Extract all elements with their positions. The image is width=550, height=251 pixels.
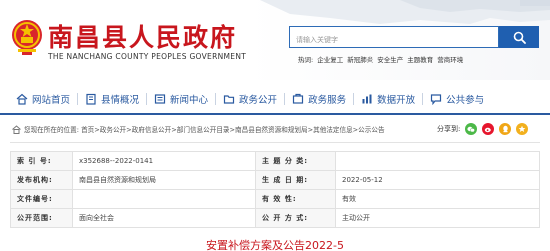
table-row: 发布机构: 南昌县自然资源和规划局 生 成 日 期: 2022-05-12 [10, 170, 540, 190]
folder-icon [223, 95, 235, 104]
hot-word-link[interactable]: 新冠肺炎 [347, 54, 373, 64]
breadcrumb-divider [10, 142, 540, 143]
building-icon [86, 93, 96, 105]
nav-item-home[interactable]: 网站首页 [16, 86, 70, 112]
nav-item-news[interactable]: 新闻中心 [154, 86, 208, 112]
hot-word-link[interactable]: 企业复工 [317, 54, 343, 64]
nav-item-label: 政务公开 [239, 95, 278, 106]
site-header: 南昌县人民政府 THE NANCHANG COUNTY PEOPLES GOVE… [0, 0, 550, 80]
national-emblem-icon [12, 20, 42, 55]
main-nav: 网站首页 县情概况 新闻中心 政务公开 政务服务 数据开放 公共参与 [0, 86, 550, 112]
table-row: 公开范围: 面向全社会 公 开 方 式: 主动公开 [10, 208, 540, 228]
meta-value-validity: 有效 [335, 189, 540, 209]
home-icon [16, 93, 28, 105]
document-title: 安置补偿方案及公告2022-5 [206, 239, 344, 251]
search-box [289, 26, 499, 50]
meta-value-index: x352688--2022-0141 [72, 151, 256, 171]
data-icon [362, 94, 372, 104]
nav-divider [146, 93, 148, 105]
nav-divider [284, 93, 286, 105]
nav-divider [353, 93, 355, 105]
hot-words: 热词: 企业复工 新冠肺炎 安全生产 主题教育 营商环境 [298, 54, 463, 64]
nav-item-label: 数据开放 [377, 95, 416, 106]
chat-icon [430, 94, 442, 105]
nav-item-overview[interactable]: 县情概况 [85, 86, 139, 112]
meta-value-category [335, 151, 540, 171]
nav-divider [77, 93, 79, 105]
location-home-icon [12, 125, 21, 134]
hot-words-label: 热词: [298, 56, 314, 64]
hot-word-link[interactable]: 营商环境 [437, 54, 463, 64]
weibo-icon[interactable] [482, 123, 495, 135]
meta-key-index: 索 引 号: [10, 151, 73, 171]
nav-item-label: 新闻中心 [170, 95, 209, 106]
nav-item-label: 县情概况 [101, 95, 140, 106]
table-row: 文件编号: 有 效 性: 有效 [10, 189, 540, 209]
nav-item-label: 网站首页 [32, 95, 71, 106]
meta-key-category: 主 题 分 类: [255, 151, 336, 171]
hot-word-link[interactable]: 主题教育 [407, 54, 433, 64]
qzone-icon[interactable] [516, 123, 529, 135]
meta-key-scope: 公开范围: [10, 208, 73, 228]
meta-key-disclosure: 公 开 方 式: [255, 208, 336, 228]
service-icon [292, 93, 304, 104]
site-subtitle: THE NANCHANG COUNTY PEOPLES GOVERNMENT [48, 52, 247, 61]
document-meta-table: 索 引 号: x352688--2022-0141 主 题 分 类: 发布机构:… [10, 151, 540, 228]
meta-value-date: 2022-05-12 [335, 170, 540, 190]
meta-value-publisher: 南昌县自然资源和规划局 [72, 170, 256, 190]
qq-icon[interactable] [499, 123, 512, 135]
meta-key-date: 生 成 日 期: [255, 170, 336, 190]
wechat-icon[interactable] [465, 123, 478, 135]
nav-item-open-data[interactable]: 数据开放 [361, 86, 415, 112]
nav-item-participation[interactable]: 公共参与 [430, 86, 484, 112]
meta-value-scope: 面向全社会 [72, 208, 256, 228]
breadcrumb-bar: 您现在所在的位置: 首页>政务公开>政府信息公开>部门信息公开目录>南昌县自然资… [0, 120, 550, 140]
search-icon [513, 31, 526, 44]
site-title[interactable]: 南昌县人民政府 [48, 24, 237, 52]
news-icon [154, 94, 166, 104]
meta-key-publisher: 发布机构: [10, 170, 73, 190]
nav-underline [0, 113, 550, 115]
share-label: 分享到: [437, 125, 461, 133]
breadcrumb[interactable]: 您现在所在的位置: 首页>政务公开>政府信息公开>部门信息公开目录>南昌县自然资… [24, 124, 385, 134]
table-row: 索 引 号: x352688--2022-0141 主 题 分 类: [10, 151, 540, 171]
nav-item-label: 公共参与 [446, 95, 485, 106]
nav-divider [422, 93, 424, 105]
meta-key-validity: 有 效 性: [255, 189, 336, 209]
share-bar: 分享到: [437, 123, 529, 135]
search-button[interactable] [499, 26, 539, 48]
nav-item-gov-affairs[interactable]: 政务公开 [223, 86, 277, 112]
nav-divider [215, 93, 217, 105]
meta-value-disclosure: 主动公开 [335, 208, 540, 228]
nav-item-services[interactable]: 政务服务 [292, 86, 346, 112]
meta-key-doc-number: 文件编号: [10, 189, 73, 209]
nav-item-label: 政务服务 [308, 95, 347, 106]
search-input[interactable] [290, 30, 498, 50]
hot-word-link[interactable]: 安全生产 [377, 54, 403, 64]
meta-value-doc-number [72, 189, 256, 209]
